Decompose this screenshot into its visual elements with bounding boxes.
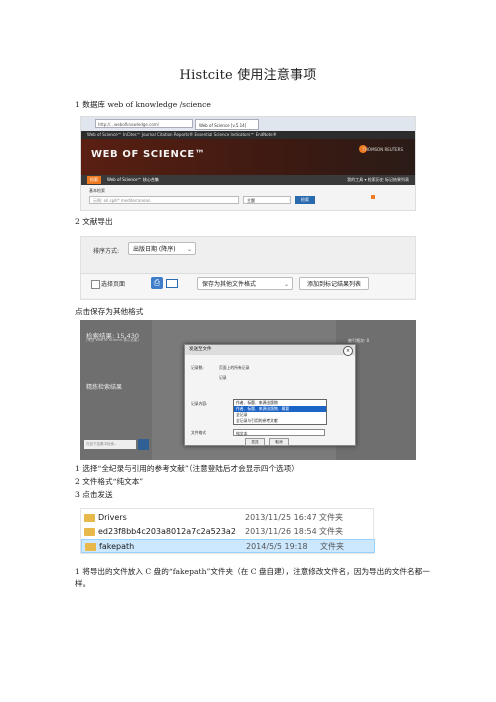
record-content-dropdown[interactable]: 作者、标题、来源出版物 作者、标题、来源出版物、摘要 全记录 全记录与引用的参考… <box>233 399 327 425</box>
step1-text: 1 数据库 web of knowledge /science <box>75 100 211 109</box>
note1-text: 1 选择“全纪录与引用的参考文献”（注意登陆后才会显示四个选项） <box>75 464 299 473</box>
option-range[interactable]: 记录 <box>219 375 227 381</box>
menu-links[interactable]: 我的工具 ▾ 检索历史 标记结果列表 <box>347 175 409 185</box>
select-page-checkbox[interactable] <box>91 280 100 289</box>
wos-menu: 检索 Web of Science™ 核心合集 我的工具 ▾ 检索历史 标记结果… <box>81 175 415 185</box>
file-type: 文件夹 <box>320 542 344 551</box>
search-area: 基本检索 示例: oil spill* mediterranean 主题 检索 <box>81 185 415 210</box>
folder-icon <box>84 528 95 536</box>
final-note-text: 1 将导出的文件放入 C 盘的“fakepath”文件夹（在 C 盘自建），注意… <box>75 567 430 588</box>
save-format-label: 保存为其他文件格式 <box>202 281 257 288</box>
sort-select[interactable]: 出版日期 (降序) ⌄ <box>128 242 196 255</box>
database-select[interactable]: Web of Science™ 核心合集 <box>107 175 159 185</box>
basic-search-label[interactable]: 基本检索 <box>89 188 105 194</box>
folder-icon <box>85 543 96 551</box>
folder-icon <box>84 514 95 522</box>
send-to-file-dialog: 发送至文件 × 记录数: 页面上的所有记录 记录 记录内容: 作者、标题、来源出… <box>184 344 356 446</box>
refine-heading: 精炼检索结果 <box>86 384 123 391</box>
field-select[interactable]: 主题 <box>243 196 291 204</box>
export-screenshot: 排序方式: 出版日期 (降序) ⌄ 选择页面 ⎙ 保存为其他文件格式 ⌄ 添加到… <box>80 236 416 300</box>
select-page-label: 选择页面 <box>101 281 126 288</box>
step2-text: 2 文献导出 <box>75 217 113 226</box>
refine-search-input[interactable]: 在如下结果中检索... <box>84 440 136 449</box>
address-bar[interactable]: http://...webofknowledge.com/ <box>95 119 193 128</box>
search-input[interactable]: 示例: oil spill* mediterranean <box>89 196 239 204</box>
file-date: 2013/11/26 18:54 <box>245 527 317 536</box>
wos-banner: WEB OF SCIENCE™ THOMSON REUTERS <box>81 139 415 175</box>
search-tab-button[interactable]: 检索 <box>87 176 101 184</box>
file-format-label: 文件格式 <box>191 430 207 435</box>
file-name: ed23f8bb4c203a8012a7c2a523a2 <box>98 527 236 536</box>
print-icon[interactable]: ⎙ <box>151 277 163 289</box>
times-cited: 被引频次: 0 <box>348 338 370 343</box>
add-marked-button[interactable]: 添加到标记结果列表 <box>299 277 369 290</box>
left-panel: 检索结果: 15,430 (来自 Web of Science 核心合集) 精炼… <box>80 320 152 460</box>
publisher-name: THOMSON REUTERS <box>362 147 403 152</box>
click-save-text: 点击保存为其他格式 <box>75 307 144 316</box>
top-nav[interactable]: Web of Science™ InCites™ Journal Citatio… <box>81 131 415 139</box>
browser-tab[interactable]: Web of Science [v.5.14] <box>195 119 259 130</box>
record-count-label: 记录数: <box>191 365 204 370</box>
results-source: (来自 Web of Science 核心合集) <box>86 338 139 342</box>
file-row[interactable]: Drivers 2013/11/25 16:47 文件夹 <box>81 511 375 525</box>
sort-label: 排序方式: <box>93 248 120 255</box>
file-format-select[interactable]: 纯文本 <box>233 429 325 436</box>
file-type: 文件夹 <box>319 527 343 536</box>
save-format-select[interactable]: 保存为其他文件格式 ⌄ <box>197 277 293 290</box>
sort-value: 出版日期 (降序) <box>133 246 176 253</box>
close-icon[interactable]: × <box>343 346 353 356</box>
tip-icon <box>371 195 375 199</box>
cancel-button[interactable]: 取消 <box>269 438 289 446</box>
note2-text: 2 文件格式“纯文本” <box>75 477 144 486</box>
search-button[interactable]: 检索 <box>295 196 315 204</box>
dialog-title: 发送至文件 <box>185 345 355 355</box>
email-icon[interactable] <box>166 279 178 288</box>
browser-bar: http://...webofknowledge.com/ Web of Sci… <box>81 117 415 131</box>
wos-screenshot: http://...webofknowledge.com/ Web of Sci… <box>80 116 416 211</box>
note3-text: 3 点击发送 <box>75 490 113 499</box>
document-title: Histcite 使用注意事项 <box>179 68 317 83</box>
file-name: fakepath <box>99 542 135 551</box>
dropdown-option[interactable]: 全记录与引用的参考文献 <box>234 418 326 424</box>
search-icon[interactable] <box>138 439 149 450</box>
file-date: 2014/5/5 19:18 <box>246 542 308 551</box>
file-type: 文件夹 <box>319 513 343 522</box>
chevron-down-icon: ⌄ <box>283 281 289 288</box>
chevron-down-icon: ⌄ <box>186 246 192 253</box>
wos-logo: WEB OF SCIENCE™ <box>91 149 206 160</box>
file-name: Drivers <box>98 513 127 522</box>
option-all-page[interactable]: 页面上的所有记录 <box>219 365 249 371</box>
file-row[interactable]: ed23f8bb4c203a8012a7c2a523a2 2013/11/26 … <box>81 525 375 539</box>
record-content-label: 记录内容: <box>191 401 208 406</box>
send-button[interactable]: 发送 <box>245 438 265 446</box>
file-date: 2013/11/25 16:47 <box>245 513 317 522</box>
file-list-screenshot: Drivers 2013/11/25 16:47 文件夹 ed23f8bb4c2… <box>80 508 375 554</box>
dialog-screenshot: 检索结果: 15,430 (来自 Web of Science 核心合集) 精炼… <box>80 320 416 460</box>
file-row-selected[interactable]: fakepath 2014/5/5 19:18 文件夹 <box>81 539 375 553</box>
